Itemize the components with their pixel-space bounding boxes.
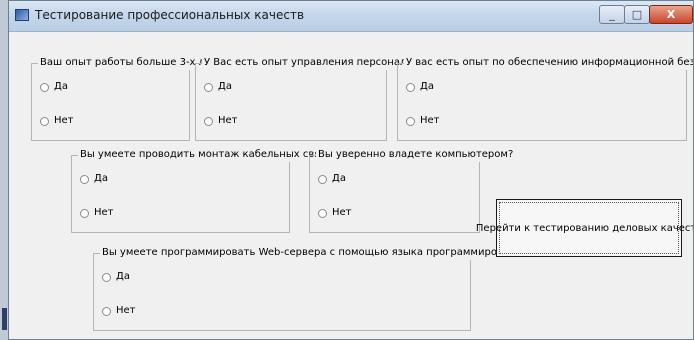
- radio-label: Нет: [420, 115, 440, 126]
- radio-label: Нет: [116, 305, 136, 316]
- group-experience: Ваш опыт работы больше 3-х лет? Да Нет: [31, 56, 225, 141]
- radio-no[interactable]: Нет: [40, 115, 74, 127]
- radio-circle-icon: [102, 306, 111, 316]
- radio-label: Нет: [94, 207, 114, 218]
- group-title: Вы умеете проводить монтаж кабельных свя…: [78, 148, 340, 162]
- go-to-business-test-button[interactable]: Перейти к тестированию деловых качеств: [476, 199, 693, 257]
- group-management: У Вас есть опыт управления персоналом? Д…: [195, 56, 428, 141]
- close-button[interactable]: X: [649, 5, 693, 24]
- radio-yes[interactable]: Да: [80, 173, 108, 185]
- radio-label: Да: [54, 81, 68, 92]
- radio-label: Да: [116, 271, 130, 282]
- maximize-button[interactable]: □: [624, 5, 650, 24]
- group-title: У вас есть опыт по обеспечению информаци…: [404, 56, 693, 70]
- radio-circle-icon: [318, 208, 327, 218]
- title-bar[interactable]: Тестирование профессиональных качеств _ …: [9, 1, 693, 32]
- radio-yes[interactable]: Да: [40, 81, 68, 93]
- group-cabling: Вы умеете проводить монтаж кабельных свя…: [71, 148, 340, 233]
- group-computer: Вы уверенно владете компьютером? Да Нет: [309, 148, 516, 233]
- background-edge: [0, 0, 8, 340]
- radio-circle-icon: [204, 116, 213, 126]
- radio-circle-icon: [406, 116, 415, 126]
- group-title: Вы уверенно владете компьютером?: [316, 148, 516, 162]
- radio-no[interactable]: Нет: [318, 207, 352, 219]
- app-icon: [15, 9, 29, 21]
- radio-no[interactable]: Нет: [80, 207, 114, 219]
- radio-circle-icon: [80, 208, 89, 218]
- radio-label: Да: [94, 173, 108, 184]
- radio-label: Да: [332, 173, 346, 184]
- main-window: Тестирование профессиональных качеств _ …: [8, 0, 694, 340]
- radio-no[interactable]: Нет: [204, 115, 238, 127]
- group-title: У Вас есть опыт управления персоналом?: [202, 56, 428, 70]
- radio-label: Да: [218, 81, 232, 92]
- radio-circle-icon: [204, 82, 213, 92]
- window-title: Тестирование профессиональных качеств: [35, 8, 305, 22]
- radio-label: Да: [420, 81, 434, 92]
- background-mark: [2, 308, 7, 330]
- radio-yes[interactable]: Да: [406, 81, 434, 93]
- group-php: Вы умеете программировать Web-сервера с …: [93, 246, 559, 331]
- group-title: Вы умеете программировать Web-сервера с …: [100, 246, 559, 260]
- group-infosec: У вас есть опыт по обеспечению информаци…: [397, 56, 693, 141]
- radio-circle-icon: [40, 116, 49, 126]
- radio-label: Нет: [332, 207, 352, 218]
- minimize-button[interactable]: _: [599, 5, 625, 24]
- radio-label: Нет: [218, 115, 238, 126]
- radio-label: Нет: [54, 115, 74, 126]
- radio-no[interactable]: Нет: [102, 305, 136, 317]
- radio-circle-icon: [40, 82, 49, 92]
- radio-circle-icon: [406, 82, 415, 92]
- radio-circle-icon: [318, 174, 327, 184]
- radio-circle-icon: [102, 272, 111, 282]
- radio-yes[interactable]: Да: [204, 81, 232, 93]
- radio-no[interactable]: Нет: [406, 115, 440, 127]
- radio-yes[interactable]: Да: [318, 173, 346, 185]
- radio-circle-icon: [80, 174, 89, 184]
- radio-yes[interactable]: Да: [102, 271, 130, 283]
